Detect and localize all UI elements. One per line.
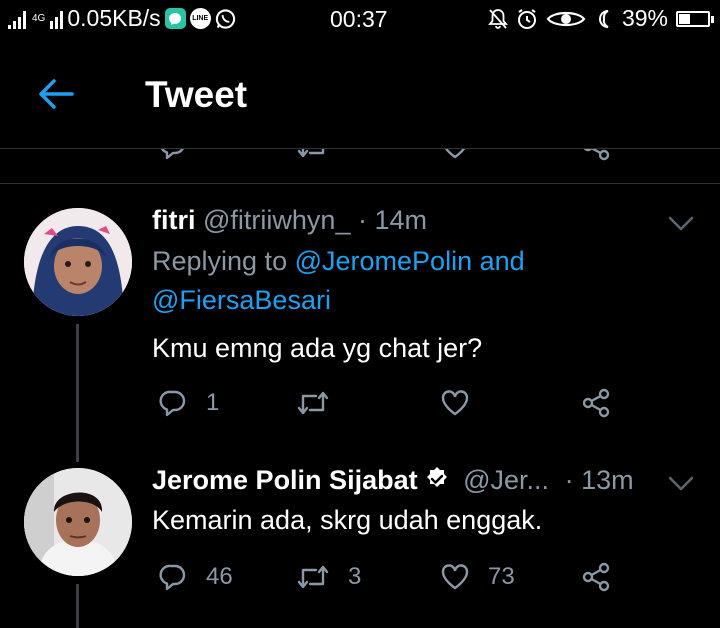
verified-badge-icon	[426, 467, 447, 487]
avatar[interactable]	[24, 468, 132, 576]
battery-icon	[676, 10, 714, 27]
app-header: Tweet	[0, 38, 720, 148]
moon-icon	[599, 9, 609, 28]
reply-count: 46	[206, 563, 233, 590]
reply-button[interactable]: 1	[158, 388, 219, 418]
like-count: 73	[488, 563, 515, 590]
avatar[interactable]	[24, 208, 132, 316]
signal-icon	[8, 9, 26, 29]
share-button[interactable]	[580, 388, 612, 418]
chevron-down-icon[interactable]	[668, 216, 694, 232]
reply-button[interactable]: 46	[158, 562, 233, 592]
tweet-time: 13m	[581, 465, 634, 495]
like-button[interactable]: 73	[440, 562, 515, 592]
reply-icon	[159, 390, 186, 417]
heart-icon	[441, 390, 469, 416]
retweet-icon[interactable]	[296, 149, 330, 161]
retweet-count: 3	[348, 563, 362, 590]
reply-icon[interactable]	[158, 149, 188, 161]
author-name[interactable]: Jerome Polin Sijabat	[152, 465, 418, 495]
whatsapp-icon	[215, 8, 236, 29]
tweet-text: Kmu emng ada yg chat jer?	[152, 333, 483, 363]
status-time: 00:37	[330, 6, 388, 32]
author-handle[interactable]: @Jer...	[463, 465, 549, 495]
battery-percent: 39%	[621, 5, 668, 31]
replying-label: Replying to	[152, 246, 288, 276]
retweet-button[interactable]	[296, 388, 348, 418]
bell-off-icon	[488, 8, 508, 29]
tweet-divider	[0, 183, 720, 184]
retweet-icon	[297, 565, 329, 589]
thread-line	[76, 584, 79, 628]
line-icon: LINE	[189, 8, 211, 29]
retweet-button[interactable]: 3	[296, 562, 361, 592]
tweet-time: 14m	[374, 205, 428, 235]
author-handle[interactable]: @fitriiwhyn_	[203, 205, 350, 235]
share-icon[interactable]	[580, 149, 612, 161]
previous-tweet-actions	[0, 149, 720, 183]
arrow-left-icon[interactable]	[36, 76, 76, 112]
mention-link[interactable]: @JeromePolin	[295, 246, 472, 276]
chevron-down-icon[interactable]	[668, 476, 694, 492]
tweet-text: Kemarin ada, skrg udah enggak.	[152, 505, 543, 535]
signal-icon-2	[50, 9, 64, 29]
alarm-icon	[517, 8, 536, 29]
share-button[interactable]	[580, 562, 612, 592]
share-icon	[582, 388, 610, 418]
thread-line	[76, 324, 79, 462]
mention-link[interactable]: @FiersaBesari	[152, 285, 331, 315]
retweet-icon	[297, 391, 329, 415]
dot-separator: ·	[357, 205, 367, 235]
and-label: and	[479, 246, 525, 276]
replying-to: Replying to @JeromePolin and	[152, 246, 525, 277]
share-icon	[582, 562, 610, 592]
messenger-icon	[164, 8, 186, 29]
network-type: 4G	[32, 12, 46, 24]
author-name[interactable]: fitri	[152, 205, 196, 235]
reply-count: 1	[206, 389, 220, 416]
dot-separator: ·	[564, 465, 574, 495]
status-bar: 4G 0.05KB/s LINE 00:37 39%	[0, 0, 720, 38]
network-speed: 0.05KB/s	[67, 5, 161, 31]
page-title: Tweet	[145, 74, 248, 115]
reply-icon	[159, 564, 186, 591]
like-button[interactable]	[440, 388, 488, 418]
eye-icon	[546, 11, 586, 26]
heart-icon[interactable]	[440, 149, 470, 161]
heart-icon	[441, 564, 469, 590]
